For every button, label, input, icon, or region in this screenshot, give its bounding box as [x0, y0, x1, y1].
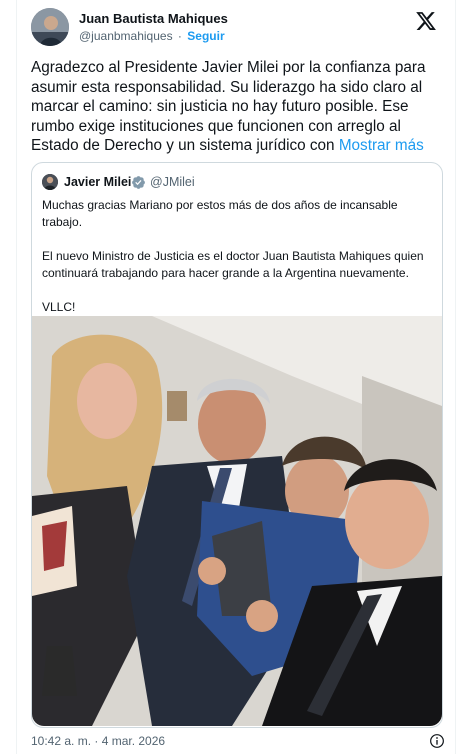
show-more-link[interactable]: Mostrar más	[339, 137, 424, 154]
tweet-header: Juan Bautista Mahiques @juanbmahiques · …	[31, 8, 445, 48]
author-info: Juan Bautista Mahiques @juanbmahiques · …	[79, 11, 228, 45]
author-name[interactable]: Juan Bautista Mahiques	[79, 11, 228, 27]
tweet-timestamp[interactable]: 10:42 a. m. · 4 mar. 2026	[31, 734, 165, 748]
quote-paragraph: VLLC!	[42, 300, 76, 314]
quote-avatar	[42, 174, 58, 190]
author-avatar[interactable]	[31, 8, 69, 46]
quote-paragraph: Muchas gracias Mariano por estos más de …	[42, 198, 398, 229]
author-handle-row: @juanbmahiques · Seguir	[79, 27, 228, 45]
tweet-text: Agradezco al Presidente Javier Milei por…	[31, 58, 451, 156]
separator-dot: ·	[177, 29, 182, 43]
verified-badge-icon	[132, 176, 145, 189]
quote-body: Muchas gracias Mariano por estos más de …	[42, 197, 436, 316]
tweet-card: Juan Bautista Mahiques @juanbmahiques · …	[16, 0, 456, 754]
info-icon[interactable]	[429, 733, 445, 749]
x-logo-icon[interactable]	[415, 10, 437, 32]
follow-button[interactable]: Seguir	[187, 29, 224, 43]
quote-author-handle: @JMilei	[150, 175, 195, 189]
quote-author-name: Javier Milei	[64, 175, 132, 189]
author-handle[interactable]: @juanbmahiques	[79, 29, 173, 43]
quote-photo[interactable]	[32, 316, 442, 726]
quote-paragraph: El nuevo Ministro de Justicia es el doct…	[42, 249, 424, 280]
